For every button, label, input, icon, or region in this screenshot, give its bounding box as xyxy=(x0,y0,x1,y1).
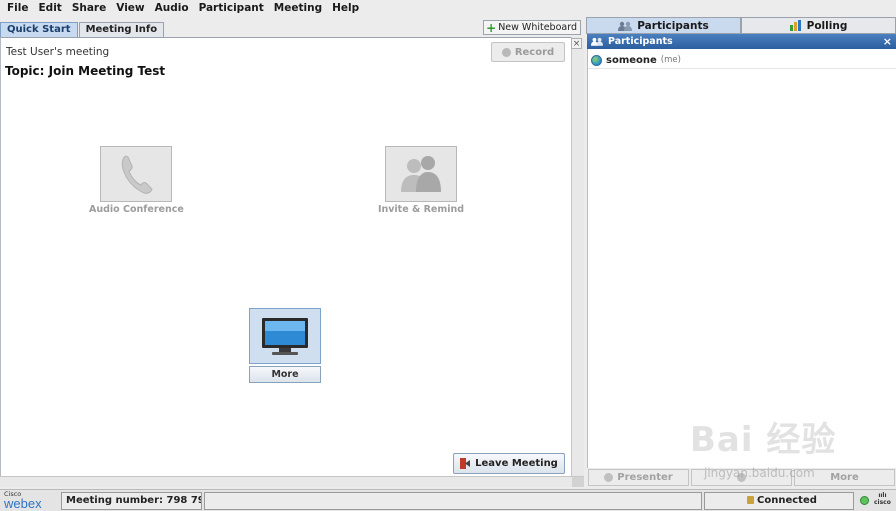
panel-close-icon[interactable]: × xyxy=(571,38,582,49)
audio-conference-tile[interactable] xyxy=(100,146,172,202)
audio-conference-label: Audio Conference xyxy=(89,204,184,215)
tab-meeting-info[interactable]: Meeting Info xyxy=(78,22,165,37)
menu-bar: File Edit Share View Audio Participant M… xyxy=(0,0,896,17)
lock-icon xyxy=(747,496,754,504)
scroll-corner xyxy=(572,477,584,487)
more-tile[interactable] xyxy=(249,308,321,364)
leave-meeting-button[interactable]: Leave Meeting xyxy=(453,453,565,474)
participants-header-title: Participants xyxy=(608,36,673,47)
presenter-label: Presenter xyxy=(617,472,673,483)
record-icon xyxy=(501,47,511,57)
participants-header: Participants × xyxy=(587,34,896,49)
status-bar: Cisco webex Meeting number: 798 797 ... … xyxy=(0,489,896,511)
menu-audio[interactable]: Audio xyxy=(150,0,194,17)
quick-start-panel: Test User's meeting Topic: Join Meeting … xyxy=(0,37,571,476)
left-tab-bar: Quick Start Meeting Info + New Whiteboar… xyxy=(0,20,584,37)
connection-label: Connected xyxy=(757,495,817,506)
participant-row[interactable]: someone (me) xyxy=(588,52,896,69)
participant-name: someone xyxy=(606,54,657,66)
invite-remind-tile[interactable] xyxy=(385,146,457,202)
cisco-logo-text: cisco xyxy=(874,499,891,506)
polling-icon xyxy=(789,20,801,31)
tab-quick-start[interactable]: Quick Start xyxy=(0,22,78,37)
tab-polling[interactable]: Polling xyxy=(741,17,896,34)
menu-help[interactable]: Help xyxy=(327,0,364,17)
phone-icon xyxy=(121,155,153,194)
monitor-icon xyxy=(262,318,308,355)
right-tab-bar: Participants Polling xyxy=(586,17,896,34)
presenter-button[interactable]: Presenter xyxy=(588,469,689,486)
menu-edit[interactable]: Edit xyxy=(34,0,67,17)
participants-icon xyxy=(618,21,633,31)
more-button[interactable]: More xyxy=(249,366,321,383)
cisco-bars-icon: ıılı xyxy=(878,492,887,499)
participants-list: someone (me) xyxy=(587,49,896,468)
more-participant-label: More xyxy=(830,472,859,483)
menu-view[interactable]: View xyxy=(111,0,149,17)
presenter-icon xyxy=(604,473,614,482)
new-whiteboard-label: New Whiteboard xyxy=(498,22,577,33)
participant-tag: (me) xyxy=(660,55,681,65)
tab-polling-label: Polling xyxy=(806,19,848,32)
cisco-logo: ıılı cisco xyxy=(874,492,891,506)
menu-file[interactable]: File xyxy=(2,0,34,17)
record-button[interactable]: Record xyxy=(491,42,565,62)
connection-status: Connected xyxy=(704,492,854,510)
meeting-topic: Topic: Join Meeting Test xyxy=(5,64,166,78)
meeting-name: Test User's meeting xyxy=(6,46,110,58)
menu-share[interactable]: Share xyxy=(67,0,111,17)
plus-icon: + xyxy=(486,20,497,35)
new-whiteboard-button[interactable]: + New Whiteboard xyxy=(483,20,581,35)
tab-participants-label: Participants xyxy=(637,19,709,32)
menu-meeting[interactable]: Meeting xyxy=(269,0,327,17)
people-icon xyxy=(401,156,441,192)
close-icon[interactable]: × xyxy=(883,34,892,49)
exit-icon xyxy=(460,458,471,469)
tab-participants[interactable]: Participants xyxy=(586,17,741,34)
status-message-field xyxy=(204,492,702,510)
invite-remind-label: Invite & Remind xyxy=(377,204,465,215)
menu-participant[interactable]: Participant xyxy=(194,0,269,17)
baidu-watermark: Bai 经验 xyxy=(690,420,837,460)
meeting-number: Meeting number: 798 797 ... xyxy=(61,492,202,510)
horizontal-scrollbar[interactable] xyxy=(0,476,584,487)
record-label: Record xyxy=(514,46,555,58)
globe-icon xyxy=(591,54,602,66)
vertical-scrollbar[interactable] xyxy=(571,37,584,476)
participants-header-icon xyxy=(591,37,603,46)
connection-indicator-icon xyxy=(860,496,869,505)
logo-webex-text: webex xyxy=(4,496,42,511)
webex-logo: Cisco webex xyxy=(4,491,58,511)
leave-meeting-label: Leave Meeting xyxy=(475,458,558,469)
baidu-watermark-url: jingyan.baidu.com xyxy=(704,466,815,480)
